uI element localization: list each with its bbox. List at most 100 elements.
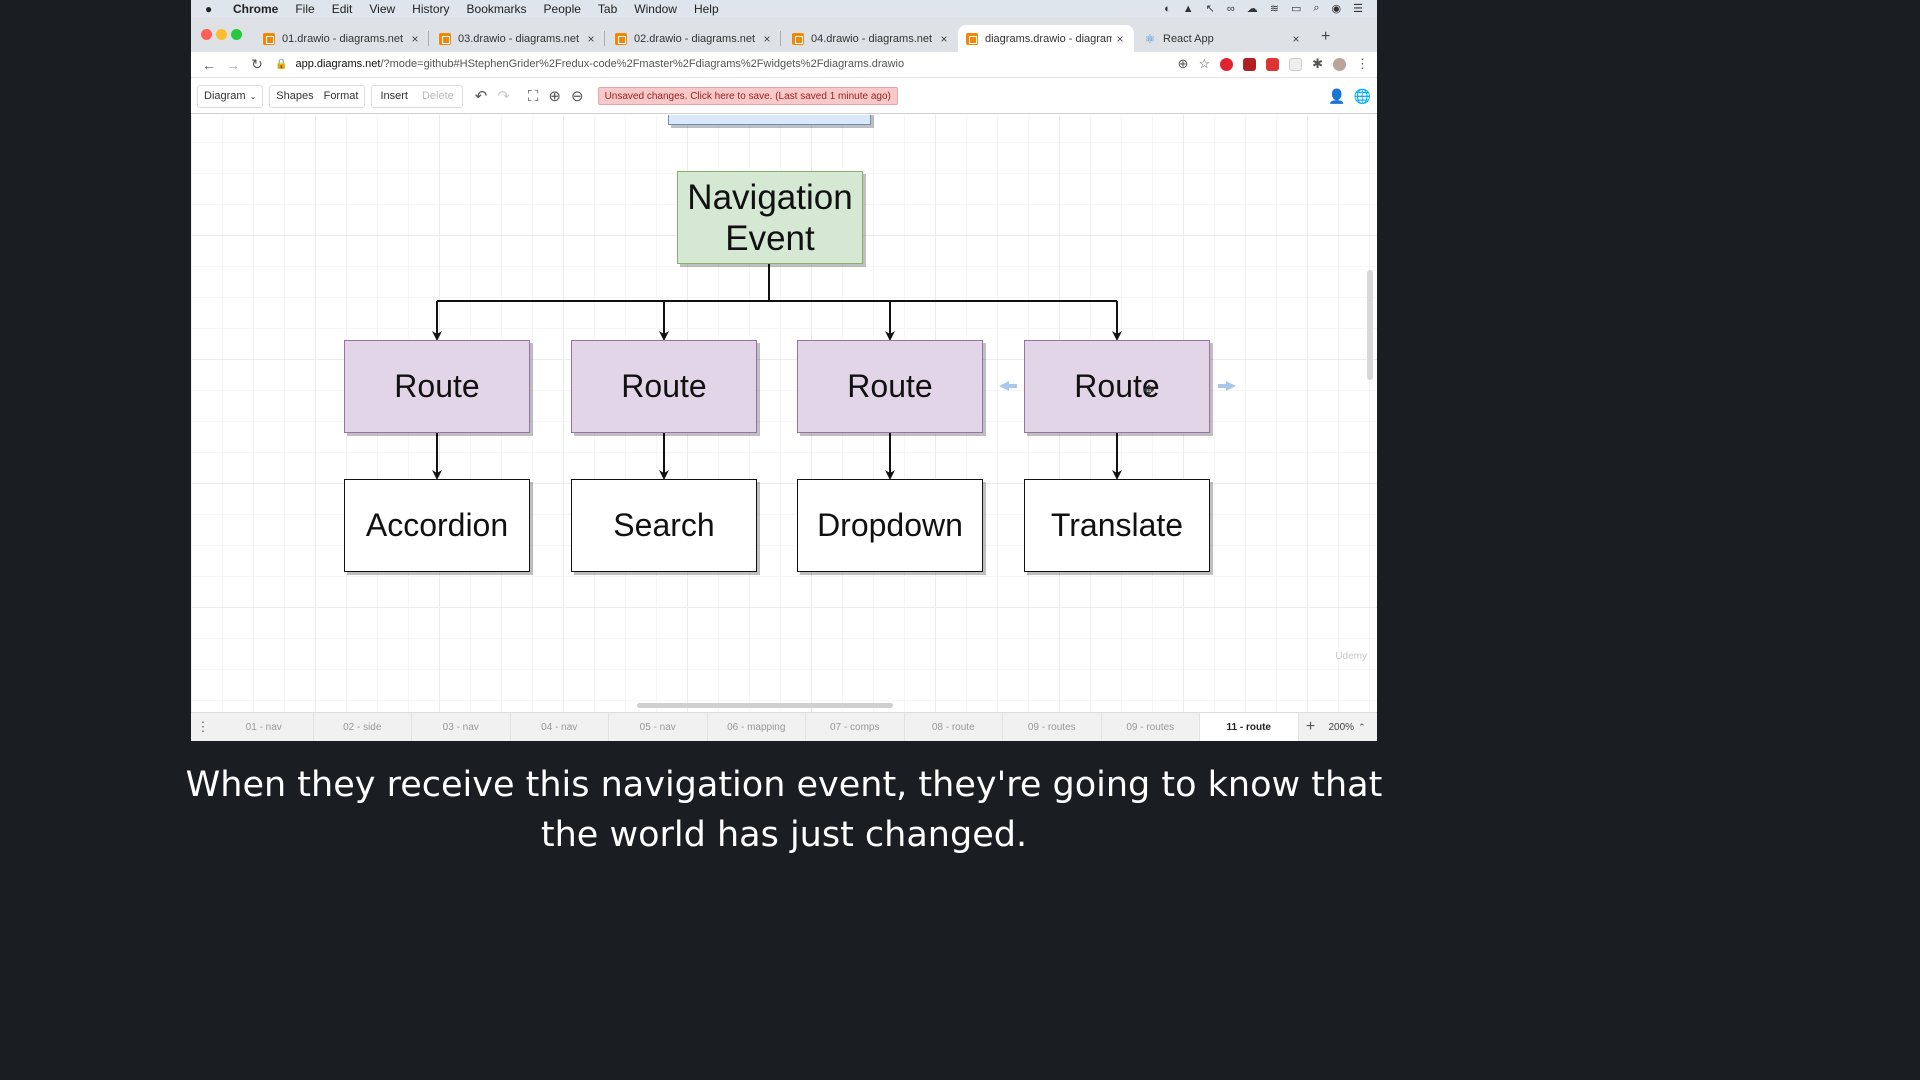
undo-icon[interactable]: ↶ xyxy=(475,87,488,105)
apple-icon[interactable]: ● xyxy=(205,2,219,16)
node-route-1[interactable]: Route xyxy=(344,340,530,433)
tab-react-app[interactable]: ⚛ React App × xyxy=(1136,25,1310,52)
insert-button[interactable]: Insert xyxy=(380,90,408,102)
menu-help[interactable]: Help xyxy=(694,2,719,16)
menu-app-name[interactable]: Chrome xyxy=(233,2,278,16)
forward-icon[interactable]: → xyxy=(221,57,245,73)
tab-close-icon[interactable]: × xyxy=(407,32,423,46)
profile-avatar[interactable] xyxy=(1333,57,1346,71)
unsaved-changes-banner[interactable]: Unsaved changes. Click here to save. (La… xyxy=(597,87,898,105)
user-icon[interactable]: 👤 xyxy=(1328,88,1345,105)
node-route-3[interactable]: Route xyxy=(797,340,983,433)
diagram-canvas[interactable]: Navigation Event Route Route Route Route … xyxy=(191,115,1377,712)
history-group: ↶ ↷ xyxy=(469,85,516,108)
format-toggle[interactable]: Format xyxy=(324,90,359,102)
page-tab[interactable]: 05 - nav xyxy=(609,712,708,741)
lock-icon[interactable]: 🔒 xyxy=(275,59,287,70)
tab-label: diagrams.drawio - diagrams.net xyxy=(985,32,1112,45)
node-navigation-event[interactable]: Navigation Event xyxy=(677,171,863,264)
tab-02-drawio[interactable]: 02.drawio - diagrams.net × xyxy=(607,25,781,52)
page-tab[interactable]: 09 - routes xyxy=(1102,712,1200,741)
bookmark-star-icon[interactable]: ☆ xyxy=(1198,56,1210,72)
tab-close-icon[interactable]: × xyxy=(1288,32,1304,46)
status-docker-icon[interactable]: ▲ xyxy=(1183,3,1194,15)
window-minimize-button[interactable] xyxy=(216,29,227,40)
tab-close-icon[interactable]: × xyxy=(936,32,952,46)
diagram-menu[interactable]: Diagram ⌄ xyxy=(197,84,264,108)
opera-extension-icon[interactable] xyxy=(1220,57,1234,71)
address-bar[interactable]: 🔒 app.diagrams.net/?mode=github#HStephen… xyxy=(275,53,1195,75)
status-cloud-icon[interactable]: ☁ xyxy=(1247,2,1258,15)
zoom-out-icon[interactable]: ⊖ xyxy=(571,87,584,105)
menu-edit[interactable]: Edit xyxy=(332,2,353,16)
delete-button[interactable]: Delete xyxy=(422,90,454,102)
install-app-icon[interactable]: ⊕ xyxy=(1178,56,1189,72)
menu-file[interactable]: File xyxy=(295,2,314,16)
zoom-in-icon[interactable]: ⊕ xyxy=(548,87,561,105)
tab-close-icon[interactable]: × xyxy=(759,32,775,46)
menu-tab[interactable]: Tab xyxy=(598,2,617,16)
node-accordion[interactable]: Accordion xyxy=(344,479,530,572)
menu-bookmarks[interactable]: Bookmarks xyxy=(467,2,527,16)
menu-people[interactable]: People xyxy=(544,2,581,16)
tab-label: 04.drawio - diagrams.net xyxy=(811,32,933,45)
shapes-toggle[interactable]: Shapes xyxy=(276,90,313,102)
drawio-favicon-icon xyxy=(792,32,804,45)
vertical-scrollbar[interactable] xyxy=(1367,270,1373,380)
extensions-puzzle-icon[interactable]: ✱ xyxy=(1312,56,1323,72)
siri-icon[interactable]: ◉ xyxy=(1332,2,1342,15)
page-tab[interactable]: 04 - nav xyxy=(511,712,609,741)
status-glasses-icon[interactable]: ∞ xyxy=(1227,3,1235,15)
pages-menu-icon[interactable]: ⋮ xyxy=(191,719,215,735)
status-record-icon[interactable]: ◐ xyxy=(1164,3,1171,15)
node-dropdown[interactable]: Dropdown xyxy=(797,479,983,572)
reload-icon[interactable]: ↻ xyxy=(245,56,269,73)
back-icon[interactable]: ← xyxy=(197,57,221,73)
page-tab[interactable]: 07 - comps xyxy=(806,712,905,741)
page-tab[interactable]: 09 - routes xyxy=(1003,712,1102,741)
node-route-4[interactable]: Route xyxy=(1024,340,1210,433)
chrome-menu-icon[interactable]: ⋮ xyxy=(1356,56,1369,72)
chevron-up-icon[interactable]: ⌃ xyxy=(1358,722,1366,733)
menu-window[interactable]: Window xyxy=(634,2,677,16)
redo-icon[interactable]: ↷ xyxy=(497,87,510,105)
menu-view[interactable]: View xyxy=(369,2,395,16)
node-search[interactable]: Search xyxy=(571,479,757,572)
language-globe-icon[interactable]: 🌐 xyxy=(1354,88,1371,105)
status-cursor-icon[interactable]: ↖ xyxy=(1206,2,1215,15)
tab-label: 03.drawio - diagrams.net xyxy=(458,32,580,45)
fit-window-icon[interactable]: ⛶ xyxy=(528,88,539,105)
node-navigation-event-line1: Navigation xyxy=(687,177,853,217)
horizontal-scrollbar[interactable] xyxy=(637,703,893,708)
page-tab[interactable]: 02 - side xyxy=(314,712,412,741)
page-tab[interactable]: 03 - nav xyxy=(412,712,511,741)
notification-center-icon[interactable]: ☰ xyxy=(1353,2,1363,15)
tab-04-drawio[interactable]: 04.drawio - diagrams.net × xyxy=(784,25,958,52)
wifi-icon[interactable]: ≋ xyxy=(1270,2,1279,15)
spotlight-search-icon[interactable]: ⌕ xyxy=(1313,2,1319,15)
new-tab-icon[interactable]: + xyxy=(1321,28,1330,46)
zoom-level[interactable]: 200% xyxy=(1329,722,1355,733)
tab-close-icon[interactable]: × xyxy=(1112,32,1128,46)
page-tab[interactable]: 06 - mapping xyxy=(708,712,806,741)
node-route-2[interactable]: Route xyxy=(571,340,757,433)
tab-close-icon[interactable]: × xyxy=(583,32,599,46)
menu-history[interactable]: History xyxy=(412,2,449,16)
hover-arrow-left-icon xyxy=(999,381,1017,391)
redux-devtools-icon[interactable] xyxy=(1243,57,1257,71)
url-host: app.diagrams.net xyxy=(295,58,381,70)
battery-icon[interactable]: ▭ xyxy=(1291,2,1301,15)
add-page-icon[interactable]: + xyxy=(1299,718,1323,736)
tab-01-drawio[interactable]: 01.drawio - diagrams.net × xyxy=(255,25,429,52)
page-tab-active[interactable]: 11 - route xyxy=(1200,712,1299,741)
node-translate[interactable]: Translate xyxy=(1024,479,1210,572)
extension-red-icon[interactable] xyxy=(1266,57,1280,71)
window-zoom-button[interactable] xyxy=(231,29,242,40)
page-tab[interactable]: 08 - route xyxy=(905,712,1003,741)
page-tab[interactable]: 01 - nav xyxy=(215,712,314,741)
extension-blank-icon[interactable] xyxy=(1289,57,1303,71)
diagram-menu-label: Diagram xyxy=(204,90,246,102)
window-close-button[interactable] xyxy=(201,29,212,40)
tab-03-drawio[interactable]: 03.drawio - diagrams.net × xyxy=(431,25,605,52)
tab-diagrams-drawio-active[interactable]: diagrams.drawio - diagrams.net × xyxy=(958,25,1134,52)
